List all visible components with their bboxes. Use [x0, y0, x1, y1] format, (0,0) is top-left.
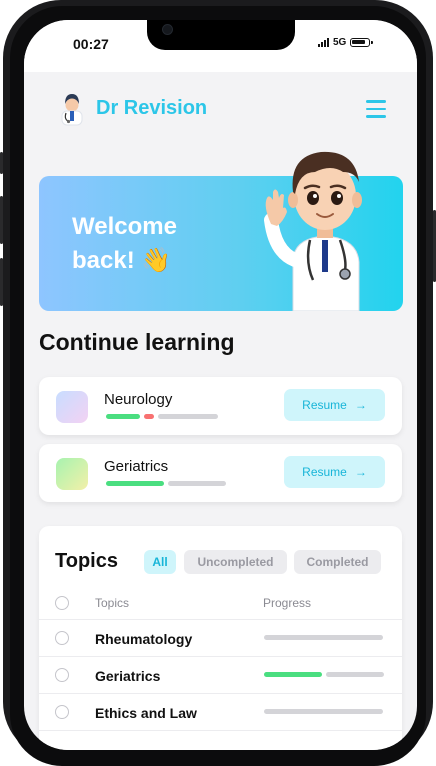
signal-icon — [318, 38, 329, 47]
continue-learning-title: Continue learning — [39, 329, 235, 355]
camera-icon — [162, 24, 173, 35]
course-progress-bar — [106, 414, 218, 419]
column-header-topics: Topics — [95, 596, 130, 610]
topic-checkbox[interactable] — [55, 631, 69, 645]
topic-progress-bar — [264, 635, 383, 640]
progress-segment — [264, 672, 322, 677]
status-bar: 00:27 5G — [24, 20, 417, 72]
progress-segment — [106, 414, 140, 419]
hamburger-icon-line — [366, 107, 386, 111]
battery-icon — [350, 38, 374, 47]
topic-row[interactable]: Ethics and Law — [39, 693, 402, 731]
doctor-logo-icon — [61, 94, 83, 126]
welcome-line-1: Welcome — [72, 213, 177, 240]
resume-label: Resume — [302, 398, 347, 412]
volume-down-button — [0, 258, 3, 306]
topics-panel: Topics All Uncompleted Completed Topics … — [39, 526, 402, 750]
course-card-neurology[interactable]: Neurology Resume → — [39, 377, 402, 435]
resume-label: Resume — [302, 465, 347, 479]
progress-segment — [264, 709, 383, 714]
course-thumbnail — [56, 391, 88, 423]
welcome-banner: Welcome back! 👋 — [39, 151, 403, 311]
topic-row[interactable]: Rheumatology — [39, 619, 402, 657]
silent-switch — [0, 152, 3, 174]
course-thumbnail — [56, 458, 88, 490]
progress-segment — [144, 414, 154, 419]
topic-name: Rheumatology — [95, 631, 193, 647]
resume-button[interactable]: Resume → — [284, 389, 385, 421]
filter-all[interactable]: All — [144, 550, 176, 574]
topic-name: Ethics and Law — [95, 705, 197, 721]
dynamic-island — [147, 20, 295, 50]
course-card-geriatrics[interactable]: Geriatrics Resume → — [39, 444, 402, 502]
progress-segment — [168, 481, 226, 486]
network-type: 5G — [333, 37, 347, 48]
topic-checkbox[interactable] — [55, 705, 69, 719]
topic-progress-bar — [264, 709, 383, 714]
app-title: Dr Revision — [96, 97, 208, 119]
select-all-checkbox[interactable] — [55, 596, 69, 610]
status-time: 00:27 — [73, 36, 109, 52]
app-header: Dr Revision — [24, 72, 417, 142]
progress-segment — [106, 481, 164, 486]
doctor-mascot-icon — [264, 151, 362, 311]
arrow-right-icon: → — [354, 398, 367, 412]
arrow-right-icon: → — [354, 465, 367, 479]
resume-button[interactable]: Resume → — [284, 456, 385, 488]
hamburger-icon-line — [366, 100, 386, 103]
volume-up-button — [0, 196, 3, 244]
filter-uncompleted[interactable]: Uncompleted — [184, 550, 287, 574]
welcome-line-2: back! 👋 — [72, 247, 172, 274]
course-name: Neurology — [104, 391, 173, 408]
progress-segment — [158, 414, 218, 419]
hamburger-icon-line — [366, 115, 386, 118]
screen: 00:27 5G Dr Revision Welcome back! 👋 Con… — [24, 20, 417, 750]
welcome-text: Welcome back! 👋 — [72, 210, 177, 278]
column-header-progress: Progress — [263, 596, 312, 610]
filter-completed[interactable]: Completed — [294, 550, 381, 574]
course-progress-bar — [106, 481, 226, 486]
topic-name: Geriatrics — [95, 668, 161, 684]
course-name: Geriatrics — [104, 458, 169, 475]
status-icons: 5G — [318, 37, 374, 48]
topic-checkbox[interactable] — [55, 668, 69, 682]
progress-segment — [326, 672, 384, 677]
topics-title: Topics — [55, 550, 118, 572]
topic-progress-bar — [264, 672, 384, 677]
topic-row-divider — [39, 730, 402, 750]
progress-segment — [264, 635, 383, 640]
menu-button[interactable] — [366, 100, 386, 118]
topic-row[interactable]: Geriatrics — [39, 656, 402, 694]
